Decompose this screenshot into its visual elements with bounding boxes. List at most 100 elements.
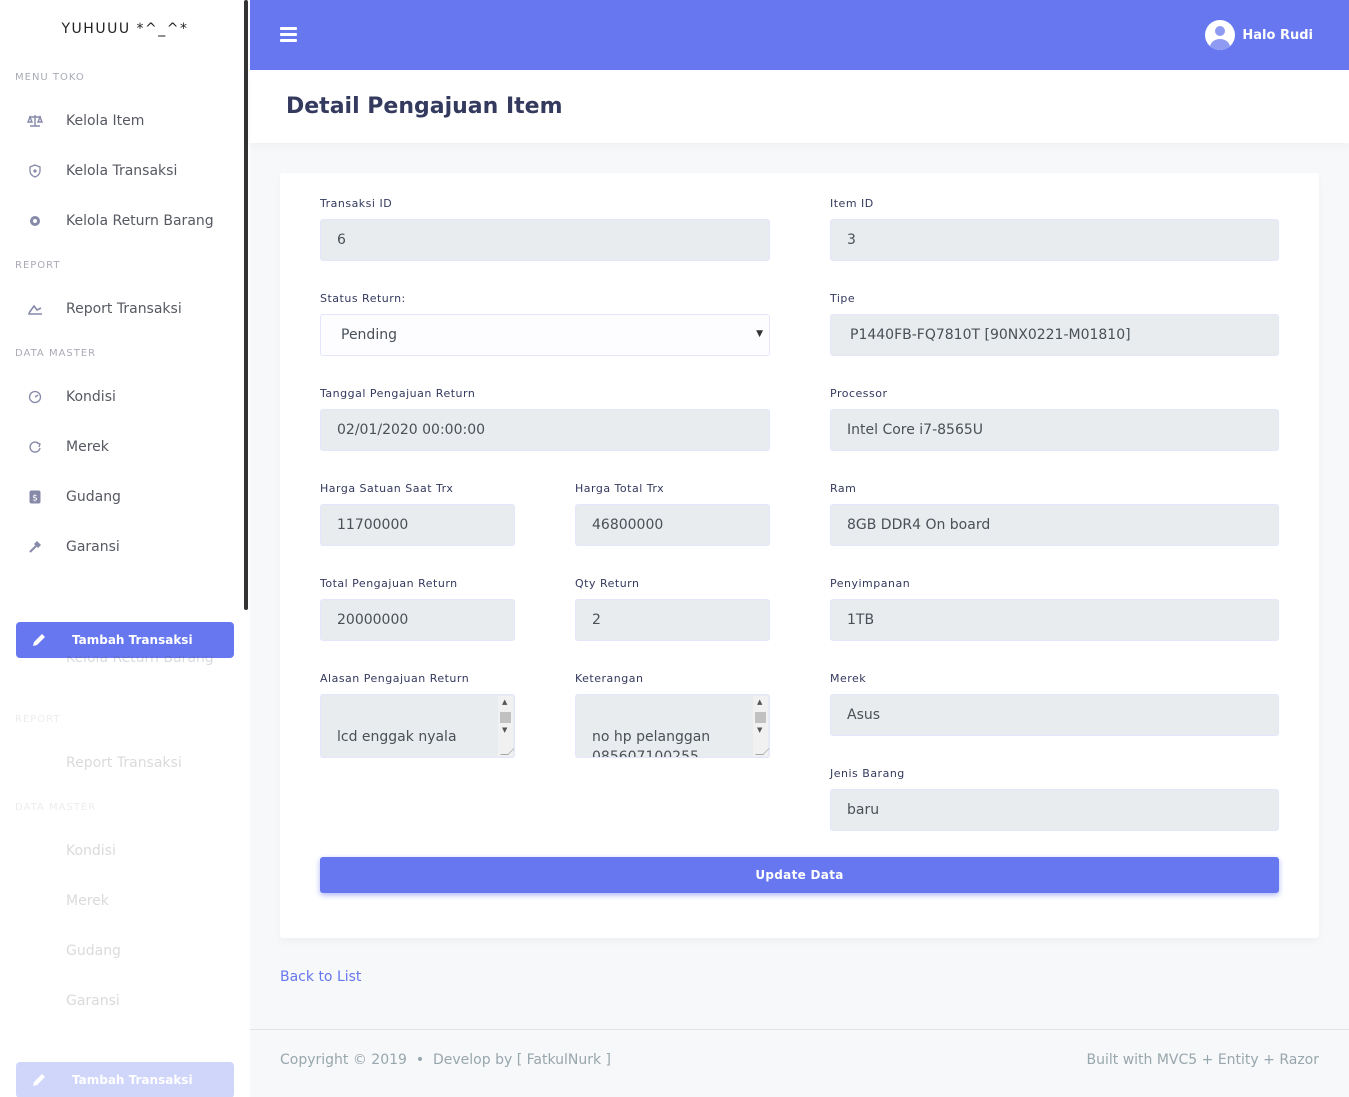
item-id-input[interactable]: 3 — [830, 219, 1279, 261]
resize-grip-icon[interactable] — [755, 747, 769, 755]
scroll-up-icon[interactable]: ▲ — [757, 698, 762, 706]
resize-grip-icon[interactable] — [500, 747, 514, 755]
add-transaction-label: Tambah Transaksi — [72, 1073, 193, 1087]
sidebar-item-report-transaksi-ghost: Report Transaksi — [0, 738, 250, 788]
add-transaction-button[interactable]: Tambah Transaksi — [16, 622, 234, 658]
sidebar-item-kelola-return-barang-ghost: Kelola Return Barang — [0, 656, 250, 666]
field-label: Qty Return — [575, 577, 640, 590]
sidebar-item-merek-ghost: Merek — [0, 876, 250, 926]
sidebar-item-garansi[interactable]: Garansi — [0, 522, 250, 572]
alasan-textarea[interactable]: lcd enggak nyala ▲ ▼ — [320, 694, 515, 758]
sidebar-item-label: Kelola Transaksi — [66, 163, 178, 179]
gauge-icon — [26, 388, 44, 406]
sidebar-scrollbar[interactable] — [244, 0, 248, 610]
back-to-list-link[interactable]: Back to List — [280, 969, 361, 985]
user-menu[interactable]: Halo Rudi — [1205, 20, 1313, 50]
hamburger-menu-icon[interactable] — [280, 27, 297, 42]
sidebar-item-gudang[interactable]: $ Gudang — [0, 472, 250, 522]
merek-input[interactable]: Asus — [830, 694, 1279, 736]
tanggal-pengajuan-input[interactable]: 02/01/2020 00:00:00 — [320, 409, 770, 451]
field-keterangan: Keterangan no hp pelanggan 085607100255 … — [575, 672, 770, 758]
ram-input[interactable]: 8GB DDR4 On board — [830, 504, 1279, 546]
dollar-box-icon — [26, 942, 44, 960]
processor-input[interactable]: Intel Core i7-8565U — [830, 409, 1279, 451]
sidebar-item-label: Kelola Item — [66, 113, 145, 129]
scroll-up-icon[interactable]: ▲ — [502, 698, 507, 706]
cog-icon — [26, 212, 44, 230]
refresh-icon — [26, 438, 44, 456]
field-label: Tanggal Pengajuan Return — [320, 387, 476, 400]
sidebar-item-label: Garansi — [66, 993, 120, 1009]
scroll-thumb[interactable] — [755, 712, 766, 723]
keterangan-textarea[interactable]: no hp pelanggan 085607100255 ▲ ▼ — [575, 694, 770, 758]
field-qty-return: Qty Return 2 — [575, 577, 770, 641]
status-return-select[interactable]: Pending ▼ — [320, 314, 770, 356]
hammer-icon — [26, 538, 44, 556]
total-pengajuan-input[interactable]: 20000000 — [320, 599, 515, 641]
sidebar-item-kondisi[interactable]: Kondisi — [0, 372, 250, 422]
field-harga-satuan: Harga Satuan Saat Trx 11700000 — [320, 482, 515, 546]
sidebar-item-label: Report Transaksi — [66, 301, 182, 317]
field-label: Total Pengajuan Return — [320, 577, 458, 590]
sidebar-item-kelola-return-barang[interactable]: Kelola Return Barang — [0, 196, 250, 246]
hammer-icon — [26, 992, 44, 1010]
sidebar-item-kondisi-ghost: Kondisi — [0, 826, 250, 876]
footer-copyright: Copyright © 2019 • Develop by [ FatkulNu… — [280, 1052, 612, 1068]
field-ram: Ram 8GB DDR4 On board — [830, 482, 1279, 546]
field-item-id: Item ID 3 — [830, 197, 1279, 261]
field-label: Ram — [830, 482, 857, 495]
qty-return-input[interactable]: 2 — [575, 599, 770, 641]
pencil-icon — [31, 632, 49, 648]
field-merek: Merek Asus — [830, 672, 1279, 736]
harga-total-input[interactable]: 46800000 — [575, 504, 770, 546]
sidebar-section-report: REPORT Report Transaksi — [0, 246, 250, 334]
scroll-thumb[interactable] — [500, 712, 511, 723]
field-harga-total: Harga Total Trx 46800000 — [575, 482, 770, 546]
sidebar-item-label: Gudang — [66, 943, 121, 959]
sidebar-item-label: Kondisi — [66, 843, 116, 859]
sidebar-section-menu-toko: MENU TOKO Kelola Item Kelola Transaksi K… — [0, 58, 250, 246]
field-label: Transaksi ID — [320, 197, 393, 210]
page-header: Detail Pengajuan Item — [250, 70, 1349, 143]
field-label: Jenis Barang — [830, 767, 905, 780]
refresh-icon — [26, 892, 44, 910]
scroll-down-icon[interactable]: ▼ — [502, 726, 507, 734]
field-label: Processor — [830, 387, 888, 400]
sidebar-ghost-duplicate: Kelola Return Barang REPORT Report Trans… — [0, 656, 250, 1026]
status-return-value: Pending — [341, 327, 397, 343]
scroll-down-icon[interactable]: ▼ — [757, 726, 762, 734]
field-label: Keterangan — [575, 672, 644, 685]
jenis-barang-input[interactable]: baru — [830, 789, 1279, 831]
sidebar-section-title: REPORT — [15, 713, 61, 725]
sidebar-item-report-transaksi[interactable]: Report Transaksi — [0, 284, 250, 334]
sidebar-item-label: Kondisi — [66, 389, 116, 405]
update-data-button[interactable]: Update Data — [320, 857, 1279, 893]
field-penyimpanan: Penyimpanan 1TB — [830, 577, 1279, 641]
chart-icon — [26, 300, 44, 318]
brand-logo[interactable]: YUHUUU *^_^* — [0, 0, 250, 58]
field-jenis-barang: Jenis Barang baru — [830, 767, 1279, 831]
cog-icon — [26, 656, 44, 666]
penyimpanan-input[interactable]: 1TB — [830, 599, 1279, 641]
field-label: Item ID — [830, 197, 874, 210]
sidebar-section-title: DATA MASTER — [15, 347, 97, 359]
harga-satuan-input[interactable]: 11700000 — [320, 504, 515, 546]
chart-icon — [26, 754, 44, 772]
sidebar-section-title: REPORT — [15, 259, 61, 271]
sidebar-section-title: DATA MASTER — [15, 801, 97, 813]
tipe-input[interactable]: P1440FB-FQ7810T [90NX0221-M01810] — [830, 314, 1279, 356]
textarea-scrollbar[interactable]: ▲ ▼ — [498, 696, 514, 756]
sidebar-item-kelola-transaksi[interactable]: Kelola Transaksi — [0, 146, 250, 196]
transaksi-id-input[interactable]: 6 — [320, 219, 770, 261]
textarea-scrollbar[interactable]: ▲ ▼ — [753, 696, 769, 756]
sidebar-item-kelola-item[interactable]: Kelola Item — [0, 96, 250, 146]
pencil-icon — [31, 1072, 49, 1088]
sidebar-item-label: Report Transaksi — [66, 755, 182, 771]
balance-scale-icon — [26, 112, 44, 130]
sidebar-item-merek[interactable]: Merek — [0, 422, 250, 472]
field-total-pengajuan: Total Pengajuan Return 20000000 — [320, 577, 515, 641]
field-label: Harga Satuan Saat Trx — [320, 482, 454, 495]
sidebar-section-title: MENU TOKO — [15, 71, 85, 83]
sidebar-item-label: Gudang — [66, 489, 121, 505]
alasan-text: lcd enggak nyala — [337, 729, 457, 745]
